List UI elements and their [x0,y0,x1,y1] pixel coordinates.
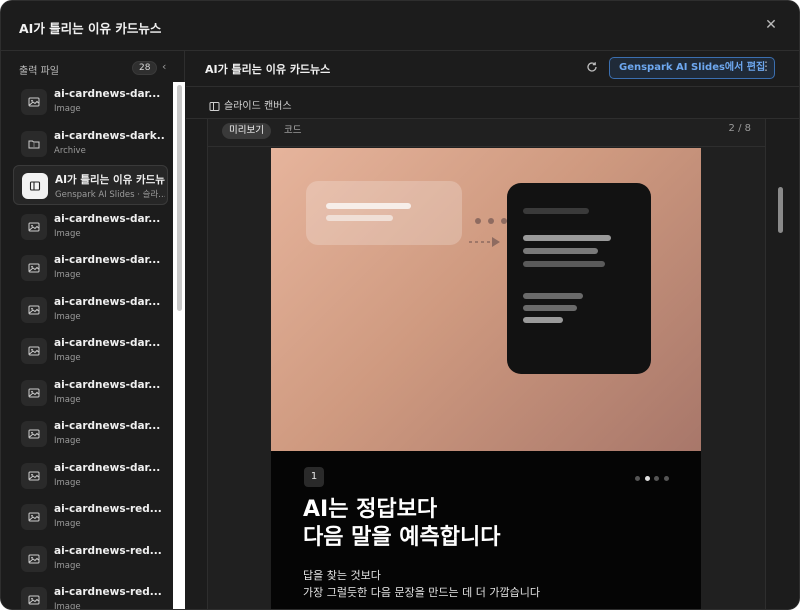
headline-line-1: AI는 정답보다 [303,497,438,522]
image-icon [21,89,47,115]
file-item[interactable]: ai-cardnews-red... .png Image [13,539,168,579]
headline-line-2: 다음 말을 예측합니다 [303,525,501,550]
file-name: ai-cardnews-dar... .png [54,337,164,349]
image-icon [21,587,47,609]
slide-viewer: 미리보기 코드 2 / 8 1 AI는 정답보다 다음 말을 예측합니다 답을 … [207,119,766,609]
file-type: Image [54,477,81,488]
file-item[interactable]: ai-cardnews-dar... .png Image [13,248,168,288]
pager-dot [635,476,640,481]
slide-body: 답을 찾는 것보다 가장 그럴듯한 다음 문장을 만드는 데 더 가깝습니다 [303,567,540,601]
file-item[interactable]: ai-cardnews-red... .png Image [13,580,168,610]
file-item[interactable]: ai-cardnews-dar... .png Image [13,373,168,413]
file-type: Image [54,436,81,446]
file-type: Image [54,104,81,114]
main-panel: AI가 틀리는 이유 카드뉴스 Genspark AI Slides에서 편집 … [186,51,799,609]
image-icon [21,296,47,323]
file-name: ai-cardnews-red... .png [54,586,164,598]
file-item[interactable]: AI가 틀리는 이유 카드뉴스 Genspark AI Slides · 슬라..… [13,165,168,205]
image-icon [21,462,47,489]
file-item[interactable]: ai-cardnews-dar... .png Image [13,82,168,122]
sidebar-title: 출력 파일 [19,66,59,77]
file-item[interactable]: ai-cardnews-red... .png Image [13,497,168,537]
file-name: ai-cardnews-dar... .png [54,254,164,266]
tab-preview[interactable]: 미리보기 [222,123,271,139]
close-icon[interactable]: ✕ [761,15,781,35]
main-scrollbar[interactable] [778,187,783,233]
image-icon [21,379,47,406]
slide-preview: 1 AI는 정답보다 다음 말을 예측합니다 답을 찾는 것보다 가장 그럴듯한… [271,148,701,609]
window-title: AI가 틀리는 이유 카드뉴스 [19,21,162,36]
pager-dot [654,476,659,481]
page-indicator: 2 / 8 [728,123,751,134]
edit-in-slides-button[interactable]: Genspark AI Slides에서 편집 [609,57,776,79]
file-name: ai-cardnews-dark... .zip [54,129,164,142]
slide-headline: AI는 정답보다 다음 말을 예측합니다 [303,496,500,552]
pager-dot [663,476,669,481]
chat-bubble-illustration [306,181,462,245]
sidebar-header: 출력 파일 28 ‹ [1,51,185,83]
file-name: ai-cardnews-red... .png [54,503,164,515]
bubble-line [326,215,393,221]
book-icon [209,97,220,116]
slide-text-area: 1 AI는 정답보다 다음 말을 예측합니다 답을 찾는 것보다 가장 그럴듯한… [271,451,701,609]
file-item[interactable]: ai-cardnews-dar... .png Image [13,290,168,330]
file-type: Image [54,602,81,610]
bubble-line [326,203,411,209]
body-line-1: 답을 찾는 것보다 [303,569,381,582]
image-icon [21,213,47,240]
file-type: Image [54,270,81,280]
tab-code[interactable]: 코드 [277,123,308,139]
view-tabs: 미리보기 코드 2 / 8 [208,119,765,147]
image-icon [21,255,47,281]
image-icon [21,421,47,447]
file-count-badge: 28 [132,61,158,75]
collapse-sidebar-icon[interactable]: ‹ [162,60,166,73]
title-bar: AI가 틀리는 이유 카드뉴스 ✕ [1,1,799,51]
slides-icon [22,173,48,199]
output-files-sidebar: 출력 파일 28 ‹ ai-cardnews-dar... .pngImagea… [1,51,185,610]
file-type: Image [54,311,81,322]
file-type: Image [54,353,81,363]
file-type: Genspark AI Slides · 슬라... [55,190,165,200]
sidebar-scrollbar[interactable] [177,85,182,311]
file-item[interactable]: ai-cardnews-dar... .png Image [13,331,168,371]
file-item[interactable]: ai-cardnews-dar... .png Image [13,207,168,247]
dialog-window: AI가 틀리는 이유 카드뉴스 ✕ 출력 파일 28 ‹ ai-cardnews… [0,0,800,610]
document-title: AI가 틀리는 이유 카드뉴스 [205,63,331,76]
file-type: Image [54,560,81,571]
phone-illustration [507,183,651,374]
dashed-arrow-icon [469,237,500,247]
file-name: ai-cardnews-dar... .png [54,378,164,391]
image-icon [21,545,47,572]
file-name: AI가 틀리는 이유 카드뉴스 [55,174,165,186]
file-type: Image [54,394,81,405]
file-name: ai-cardnews-dar... .png [54,295,164,308]
file-item[interactable]: ai-cardnews-dar... .png Image [13,414,168,454]
more-options-icon[interactable]: ⋮ [760,59,772,73]
image-icon [21,338,47,364]
slide-illustration [271,148,701,451]
archive-icon [21,130,47,157]
main-header: AI가 틀리는 이유 카드뉴스 Genspark AI Slides에서 편집 … [186,51,799,87]
canvas-header: 슬라이드 캔버스 [186,87,799,119]
canvas-label: 슬라이드 캔버스 [224,101,292,112]
image-icon [21,504,47,530]
file-name: ai-cardnews-dar... .png [54,212,164,225]
file-name: ai-cardnews-dar... .png [54,88,164,100]
pager-dot [644,476,650,481]
file-type: Image [54,519,81,529]
file-item[interactable]: ai-cardnews-dark... .zip Archive [13,124,168,164]
refresh-icon[interactable] [586,61,598,76]
file-type: Archive [54,145,86,156]
slide-number-badge: 1 [304,467,324,487]
file-name: ai-cardnews-red... .png [54,544,164,557]
file-type: Image [54,228,81,239]
body-line-2: 가장 그럴듯한 다음 문장을 만드는 데 더 가깝습니다 [303,586,540,599]
file-item[interactable]: ai-cardnews-dar... .png Image [13,456,168,496]
file-name: ai-cardnews-dar... .png [54,420,164,432]
file-name: ai-cardnews-dar... .png [54,461,164,474]
